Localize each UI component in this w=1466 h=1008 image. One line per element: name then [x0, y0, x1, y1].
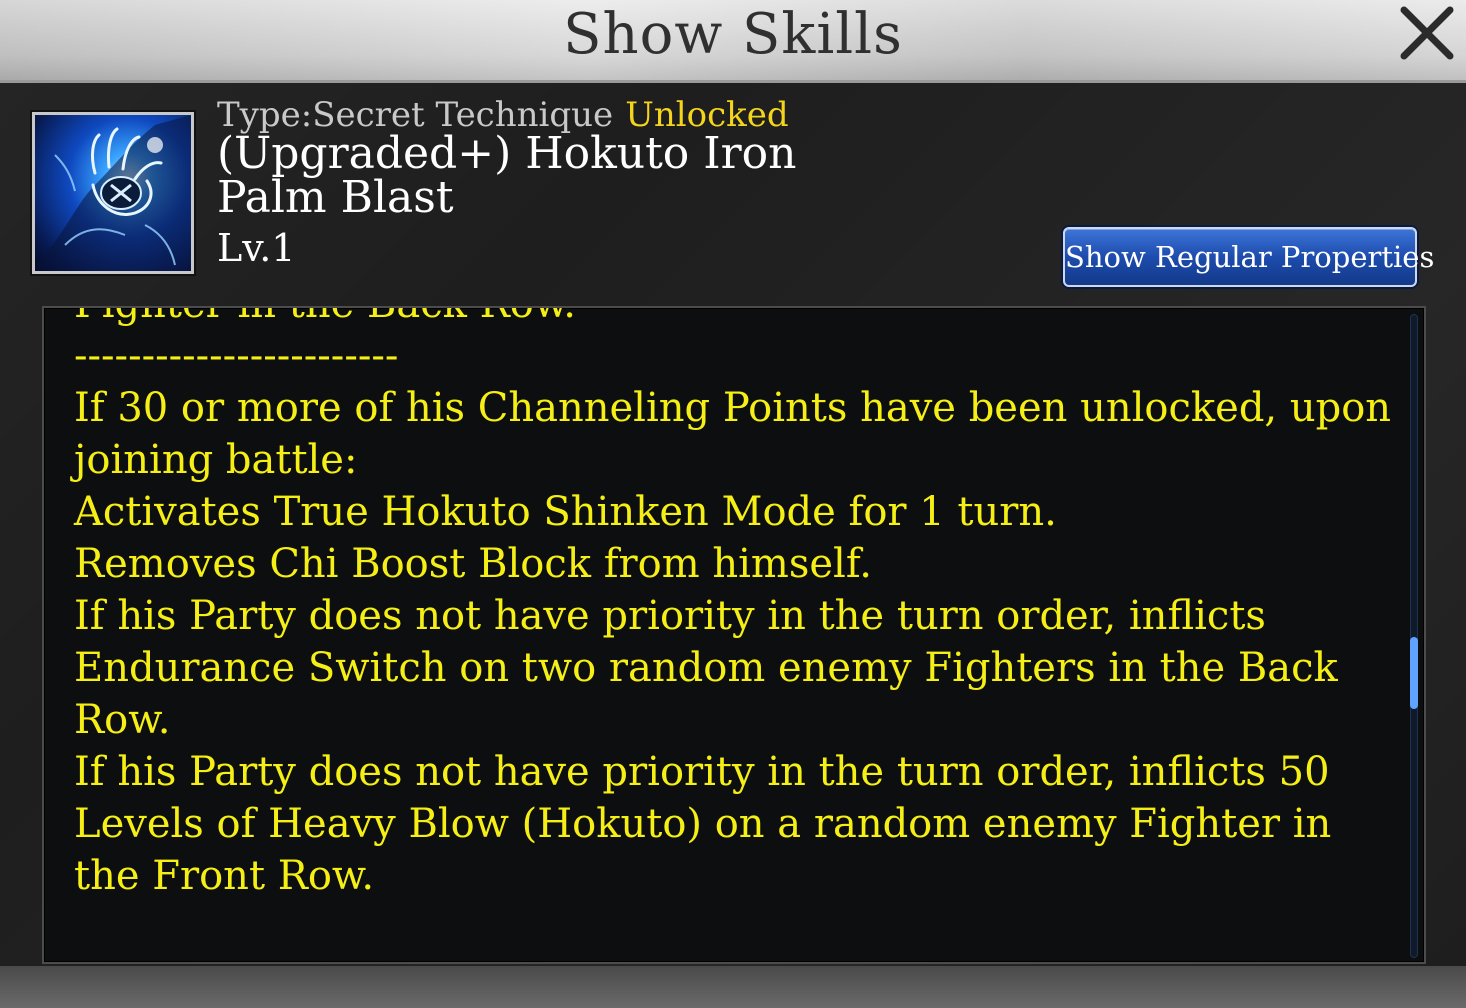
description-line: Fighter in the Back Row.: [74, 308, 1404, 330]
close-icon: [1400, 6, 1454, 60]
skill-level: Lv.1: [217, 226, 296, 270]
glowing-palm-icon: [35, 115, 191, 271]
description-line: Activates True Hokuto Shinken Mode for 1…: [74, 489, 1057, 535]
description-line: If his Party does not have priority in t…: [74, 749, 1332, 899]
scrollbar-track[interactable]: [1410, 314, 1418, 958]
description-line: Removes Chi Boost Block from himself.: [74, 541, 872, 587]
description-box[interactable]: Fighter in the Back Row. ---------------…: [42, 306, 1426, 964]
scrollbar-thumb[interactable]: [1410, 637, 1418, 709]
bottom-border: [0, 966, 1466, 1008]
close-button[interactable]: [1392, 0, 1462, 70]
description-text: Fighter in the Back Row. ---------------…: [74, 308, 1404, 962]
window-title: Show Skills: [563, 2, 903, 67]
skill-icon: [32, 112, 194, 274]
show-regular-properties-button[interactable]: Show Regular Properties: [1063, 227, 1434, 287]
skill-name: (Upgraded+) Hokuto Iron Palm Blast: [217, 128, 797, 223]
description-line: If his Party does not have priority in t…: [74, 593, 1338, 743]
description-line: If 30 or more of his Channeling Points h…: [74, 385, 1392, 483]
title-bar: Show Skills: [0, 0, 1466, 83]
description-separator: ------------------------: [74, 333, 399, 379]
damage-stat-line: ◆Damage 150% 30: [74, 954, 1404, 962]
